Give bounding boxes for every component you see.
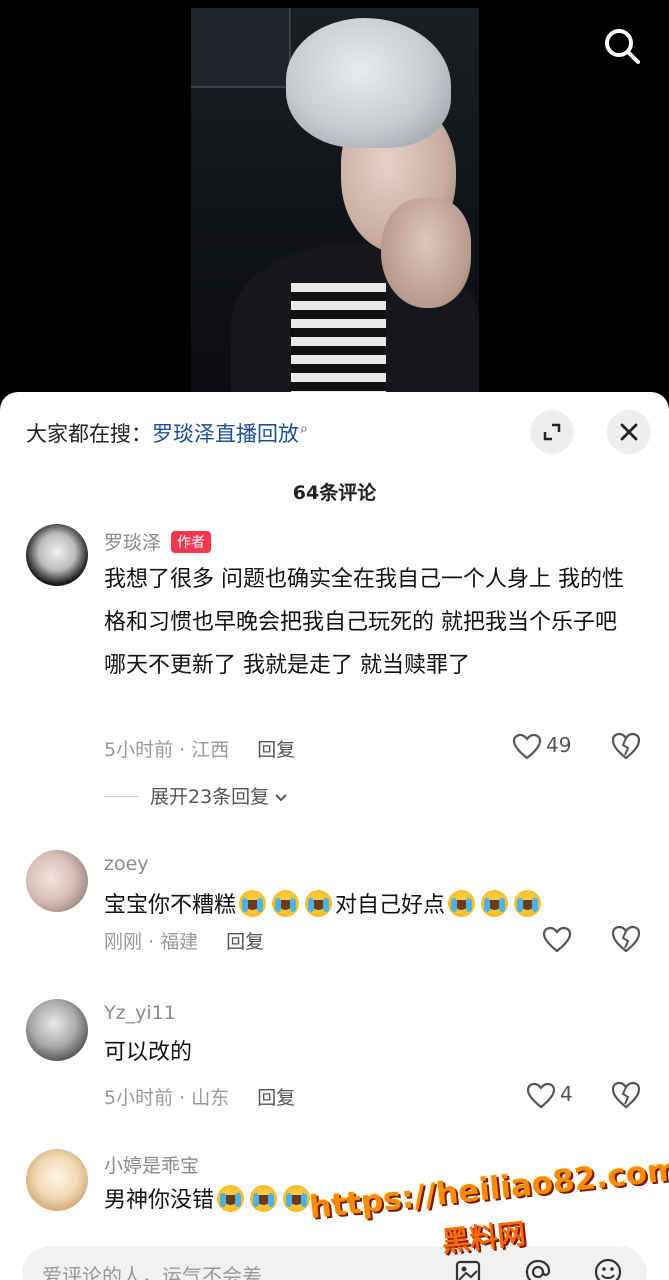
reply-button[interactable]: 回复 [257, 1087, 295, 1109]
crying-emoji-icon [239, 890, 267, 917]
like-button[interactable]: 49 [512, 731, 582, 763]
crying-emoji-icon [448, 890, 476, 917]
avatar[interactable] [26, 850, 88, 912]
comment-meta: 刚刚 · 福建 [104, 931, 199, 953]
watermark-name: 黑料网 [440, 1216, 528, 1259]
crying-emoji-icon [481, 890, 509, 917]
video-frame [191, 8, 479, 395]
search-icon: ⌕ [300, 421, 308, 437]
like-count: 4 [560, 1082, 573, 1106]
like-count: 49 [546, 733, 572, 757]
comment-text-part: 对自己好点 [335, 893, 446, 918]
comment-meta: 5小时前 · 山东 [104, 1087, 230, 1109]
comment-input-placeholder: 爱评论的人，运气不会差 [42, 1264, 262, 1280]
avatar[interactable] [26, 1149, 88, 1211]
comment-text: 我想了很多 问题也确实全在我自己一个人身上 我的性格和习惯也早晚会把我自己玩死的… [104, 567, 624, 678]
dislike-button[interactable] [610, 731, 644, 765]
search-icon[interactable] [600, 24, 644, 68]
crying-emoji-icon [250, 1185, 278, 1212]
crying-emoji-icon [514, 890, 542, 917]
heart-icon [512, 733, 542, 760]
comment-count: 64条评论 [292, 482, 377, 504]
crying-emoji-icon [217, 1185, 245, 1212]
broken-heart-icon [611, 1081, 641, 1109]
reply-button[interactable]: 回复 [257, 739, 295, 761]
chevron-down-icon [275, 794, 287, 802]
hot-search-link[interactable]: 罗琰泽直播回放 [152, 422, 299, 446]
expand-replies-label: 展开23条回复 [150, 786, 270, 808]
heart-icon [542, 926, 572, 953]
crying-emoji-icon [283, 1185, 311, 1212]
collapse-arrows-icon[interactable] [530, 410, 574, 454]
reply-button[interactable]: 回复 [226, 931, 264, 953]
comment-text: 宝宝你不糟糕 对自己好点 [104, 884, 644, 927]
hot-search-bar: 大家都在搜：罗琰泽直播回放⌕ [26, 418, 308, 448]
username[interactable]: 小婷是乖宝 [104, 1151, 199, 1178]
comment-text-part: 宝宝你不糟糕 [104, 893, 237, 918]
avatar[interactable] [26, 999, 88, 1061]
username[interactable]: 罗琰泽 [104, 532, 161, 554]
like-button[interactable]: 4 [526, 1080, 596, 1112]
broken-heart-icon [611, 925, 641, 953]
username[interactable]: Yz_yi11 [104, 1002, 176, 1024]
dislike-button[interactable] [610, 924, 644, 958]
comment-meta: 5小时前 · 江西 [104, 739, 230, 761]
dislike-button[interactable] [610, 1080, 644, 1114]
heart-icon [526, 1082, 556, 1109]
comments-sheet: 大家都在搜：罗琰泽直播回放⌕ 64条评论 罗琰泽 作者 我想了很多 问题也确实全在… [0, 392, 669, 1280]
expand-replies-button[interactable]: 展开23条回复 [104, 782, 288, 809]
comment-text-part: 男神你没错 [104, 1188, 215, 1213]
author-badge: 作者 [171, 531, 212, 553]
video-player[interactable] [0, 0, 669, 395]
close-icon[interactable] [607, 410, 651, 454]
broken-heart-icon [611, 732, 641, 760]
crying-emoji-icon [272, 890, 300, 917]
crying-emoji-icon [305, 890, 333, 917]
comment-text: 可以改的 [104, 1040, 193, 1065]
like-button[interactable] [542, 924, 612, 956]
username[interactable]: zoey [104, 853, 149, 875]
avatar[interactable] [26, 524, 88, 586]
hot-search-prefix: 大家都在搜： [26, 422, 152, 446]
